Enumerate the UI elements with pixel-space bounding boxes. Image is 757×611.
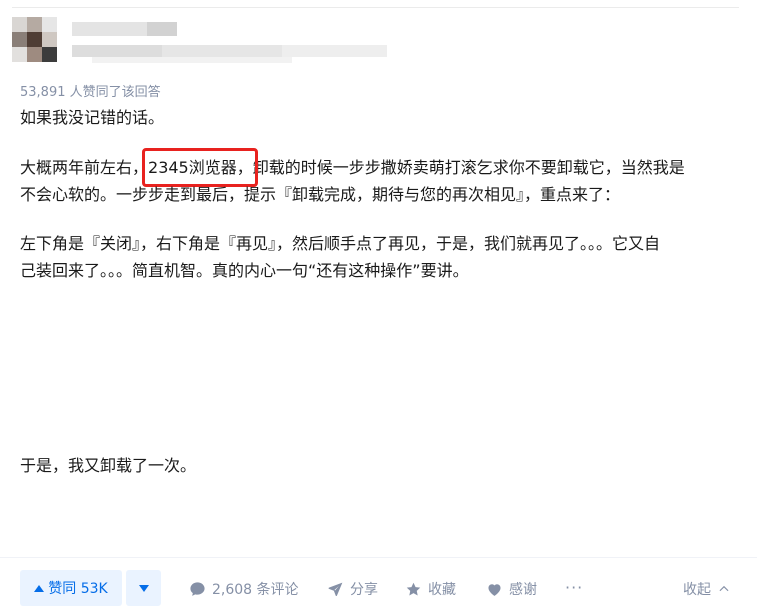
author-info-pixelated — [12, 17, 392, 67]
upvote-label: 赞同 53K — [48, 581, 108, 597]
triangle-down-icon — [138, 584, 149, 592]
paragraph: 于是，我又卸载了一次。 — [20, 456, 197, 475]
thanks-button[interactable]: 感谢 — [486, 579, 537, 599]
paragraph: 大概两年前左右，2345浏览器，卸载的时候一步步撒娇卖萌打滚乞求你不要卸载它，当… — [20, 154, 685, 181]
comments-label: 2,608 条评论 — [212, 582, 299, 598]
paragraph: 己装回来了。。。简直机智。真的内心一句“还有这种操作”要讲。 — [20, 261, 469, 280]
comments-button[interactable]: 2,608 条评论 — [189, 579, 299, 599]
more-button[interactable]: ··· — [565, 577, 583, 597]
voters-count: 53,891 人赞同了该回答 — [20, 85, 161, 100]
share-label: 分享 — [350, 582, 378, 598]
paragraph-text: 卸载的时候一步步撒娇卖萌打滚乞求你不要卸载它，当然我是 — [252, 158, 685, 177]
heart-icon — [488, 583, 501, 596]
comment-bubble-icon — [190, 581, 205, 596]
more-dots-icon: ··· — [565, 577, 584, 597]
paragraph: 不会心软的。一步步走到最后，提示『卸载完成，期待与您的再次相见』，重点来了： — [20, 185, 621, 204]
share-button[interactable]: 分享 — [327, 579, 378, 599]
favorite-button[interactable]: 收藏 — [405, 579, 456, 599]
star-icon — [406, 582, 421, 596]
triangle-up-icon — [34, 584, 45, 592]
collapse-label: 收起 — [683, 582, 711, 598]
upvote-button[interactable]: 赞同 53K — [20, 570, 122, 606]
top-divider — [12, 7, 739, 8]
downvote-button[interactable] — [126, 570, 161, 606]
thanks-label: 感谢 — [509, 582, 537, 598]
paragraph: 左下角是『关闭』，右下角是『再见』，然后顺手点了再见，于是，我们就再见了。。。它… — [20, 234, 661, 253]
action-bar: 赞同 53K 2,608 条评论 分享 收藏 感谢 ··· 收起 — [0, 557, 757, 611]
paper-plane-icon — [328, 582, 343, 596]
highlighted-text-2345-browser: 2345浏览器， — [148, 158, 253, 177]
collapse-button[interactable]: 收起 — [683, 579, 731, 599]
paragraph-text: 大概两年前左右， — [20, 158, 149, 177]
chevron-up-icon — [719, 585, 729, 592]
favorite-label: 收藏 — [428, 582, 456, 598]
paragraph: 如果我没记错的话。 — [20, 108, 165, 127]
